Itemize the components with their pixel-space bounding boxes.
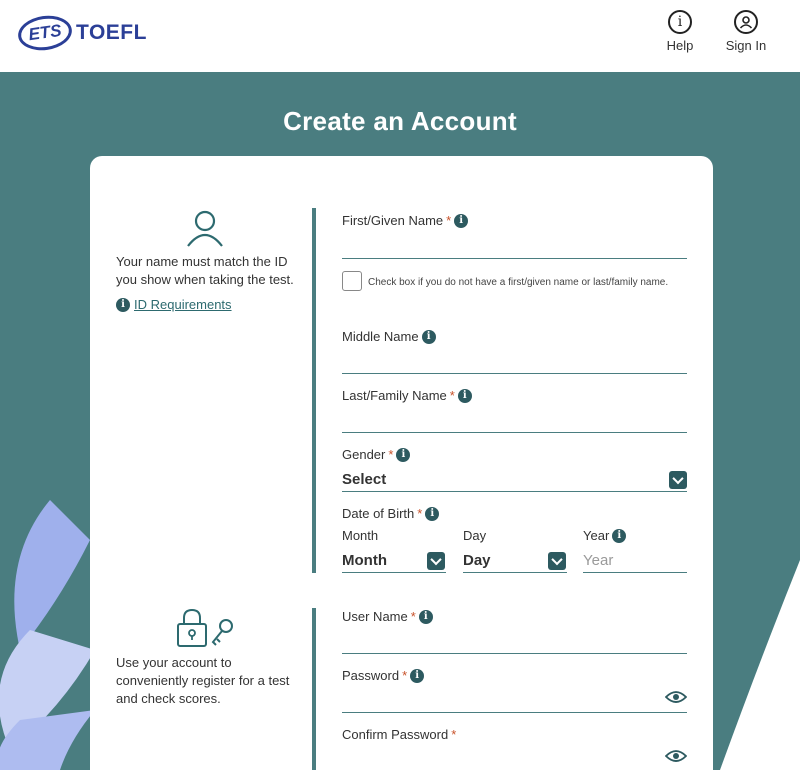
password-label-text: Password <box>342 668 400 683</box>
ets-logo: ETS <box>15 12 75 54</box>
password-label: Password * i <box>342 668 425 683</box>
id-requirements-link[interactable]: i ID Requirements <box>116 297 232 312</box>
first-name-input[interactable] <box>342 233 687 257</box>
section-divider <box>312 208 316 573</box>
person-icon <box>187 210 223 247</box>
info-icon: i <box>116 297 130 312</box>
sign-in-button[interactable]: Sign In <box>718 10 774 53</box>
no-name-checkbox[interactable] <box>342 271 362 291</box>
info-icon[interactable]: i <box>396 447 411 462</box>
last-name-label-text: Last/Family Name <box>342 388 447 403</box>
leaves-decoration <box>0 500 95 770</box>
month-underline <box>342 572 446 573</box>
middle-name-label: Middle Name i <box>342 329 436 344</box>
sign-in-label: Sign In <box>725 38 767 53</box>
help-button[interactable]: i Help <box>652 10 708 53</box>
right-decoration <box>720 560 800 770</box>
help-label: Help <box>666 38 694 53</box>
id-requirements-label: ID Requirements <box>134 297 232 312</box>
gender-label-text: Gender <box>342 447 386 462</box>
create-account-card: Your name must match the ID you show whe… <box>90 156 713 770</box>
eye-icon[interactable] <box>665 749 687 763</box>
year-label-text: Year <box>583 528 610 543</box>
user-circle-icon <box>734 10 758 34</box>
required-mark: * <box>388 447 394 462</box>
lock-key-icon <box>177 608 233 647</box>
info-icon[interactable]: i <box>425 506 440 521</box>
chevron-down-icon[interactable] <box>669 471 687 489</box>
gender-underline <box>342 491 687 492</box>
required-mark: * <box>451 727 457 742</box>
confirm-password-label-text: Confirm Password <box>342 727 449 742</box>
last-name-label: Last/Family Name * i <box>342 388 472 403</box>
year-input[interactable]: Year <box>583 552 613 569</box>
info-icon[interactable]: i <box>457 388 472 403</box>
username-underline <box>342 653 687 654</box>
username-label-text: User Name <box>342 609 408 624</box>
page-title: Create an Account <box>283 106 517 136</box>
no-name-checkbox-label: Check box if you do not have a first/giv… <box>368 277 669 288</box>
required-mark: * <box>417 506 423 521</box>
gender-select[interactable]: Select <box>342 471 386 488</box>
middle-name-input[interactable] <box>342 349 687 373</box>
year-label: Year i <box>583 528 627 543</box>
gender-label: Gender * i <box>342 447 411 462</box>
first-name-label-text: First/Given Name <box>342 213 444 228</box>
info-icon[interactable]: i <box>421 329 436 344</box>
middle-name-label-text: Middle Name <box>342 329 419 344</box>
middle-name-underline <box>342 373 687 374</box>
dob-label-text: Date of Birth <box>342 506 415 521</box>
password-underline <box>342 712 687 713</box>
dob-label: Date of Birth * i <box>342 506 440 521</box>
info-icon[interactable]: i <box>418 609 433 624</box>
info-circle-icon: i <box>668 10 692 34</box>
account-use-note: Use your account to conveniently registe… <box>116 655 290 706</box>
required-mark: * <box>446 213 452 228</box>
chevron-down-icon[interactable] <box>427 552 445 570</box>
last-name-input[interactable] <box>342 408 687 432</box>
site-header: ETS TOEFL i Help Sign In <box>0 0 800 72</box>
day-label: Day <box>463 528 487 543</box>
confirm-password-input[interactable] <box>342 747 662 770</box>
info-icon[interactable]: i <box>410 668 425 683</box>
ets-toefl-logo[interactable]: ETS TOEFL <box>15 12 147 54</box>
confirm-password-label: Confirm Password * <box>342 727 456 742</box>
required-mark: * <box>410 609 416 624</box>
required-mark: * <box>449 388 455 403</box>
month-label: Month <box>342 528 379 543</box>
last-name-underline <box>342 432 687 433</box>
chevron-down-icon[interactable] <box>548 552 566 570</box>
day-select[interactable]: Day <box>463 552 491 569</box>
first-name-label: First/Given Name * i <box>342 213 469 228</box>
section-divider <box>312 608 316 770</box>
day-underline <box>463 572 567 573</box>
password-input[interactable] <box>342 688 662 712</box>
year-underline <box>583 572 687 573</box>
info-icon[interactable]: i <box>454 213 469 228</box>
toefl-logo: TOEFL <box>76 21 147 44</box>
first-name-underline <box>342 258 687 259</box>
month-select[interactable]: Month <box>342 552 387 569</box>
info-icon[interactable]: i <box>612 528 627 543</box>
username-input[interactable] <box>342 629 687 653</box>
username-label: User Name * i <box>342 609 433 624</box>
required-mark: * <box>402 668 408 683</box>
eye-icon[interactable] <box>665 690 687 704</box>
name-match-note: Your name must match the ID you show whe… <box>116 254 294 287</box>
